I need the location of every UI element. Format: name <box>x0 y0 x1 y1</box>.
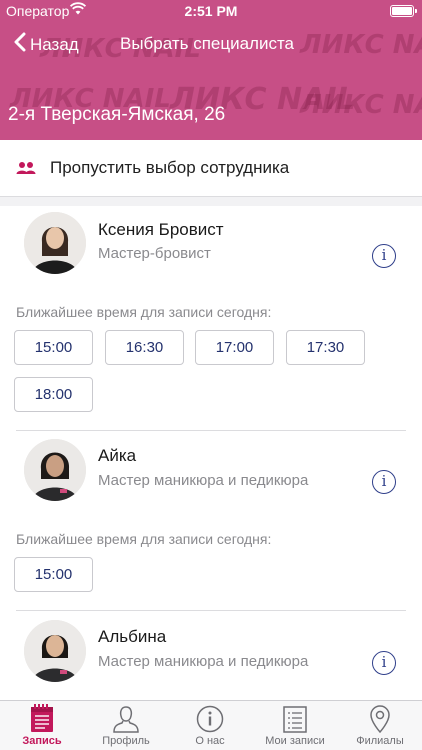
skip-employee-selection[interactable]: Пропустить выбор сотрудника <box>0 140 422 197</box>
specialist-role: Мастер маникюра и педикюра <box>98 653 309 670</box>
tab-label: О нас <box>195 735 225 747</box>
tab-label: Профиль <box>102 735 150 747</box>
page-title: Выбрать специалиста <box>120 34 295 53</box>
specialist-role: Мастер-бровист <box>98 245 211 262</box>
location-pin-icon <box>365 704 395 734</box>
tab-profile[interactable]: Профиль <box>84 701 168 750</box>
chevron-left-icon <box>14 32 30 57</box>
divider <box>16 610 406 611</box>
specialist-name: Ксения Бровист <box>98 220 224 239</box>
tab-branches[interactable]: Филиалы <box>338 701 422 750</box>
slots-caption: Ближайшее время для записи сегодня: <box>16 304 272 320</box>
tab-my-appointments[interactable]: Мои записи <box>253 701 337 750</box>
specialist-name: Альбина <box>98 627 167 646</box>
specialist-role: Мастер маникюра и педикюра <box>98 472 309 489</box>
tab-bar: Запись Профиль О нас Мои записи Филиалы <box>0 700 422 750</box>
time-slot[interactable]: 15:00 <box>14 557 93 592</box>
people-icon <box>16 161 36 175</box>
profile-icon <box>111 704 141 734</box>
info-icon <box>195 704 225 734</box>
brand-watermark: ЛИКС NAIL <box>300 90 422 120</box>
divider <box>16 430 406 431</box>
list-icon <box>280 704 310 734</box>
avatar <box>24 212 86 274</box>
tab-label: Запись <box>22 735 62 747</box>
info-icon[interactable]: i <box>372 244 396 268</box>
specialist-name: Айка <box>98 446 137 465</box>
header: ЛИКС NAIL ЛИКС NAIL ЛИКС NAIL ЛИКС NAIL … <box>0 0 422 140</box>
tab-about[interactable]: О нас <box>168 701 252 750</box>
avatar <box>24 439 86 501</box>
specialists-list: Ксения Бровист Мастер-бровист i Ближайше… <box>0 206 422 700</box>
time-slot[interactable]: 17:00 <box>195 330 274 365</box>
info-icon[interactable]: i <box>372 651 396 675</box>
tab-label: Мои записи <box>265 735 325 747</box>
slots-caption: Ближайшее время для записи сегодня: <box>16 531 272 547</box>
branch-address: 2-я Тверская-Ямская, 26 <box>8 104 226 125</box>
tab-label: Филиалы <box>356 735 404 747</box>
clock: 2:51 PM <box>184 3 238 19</box>
skip-label: Пропустить выбор сотрудника <box>50 158 290 177</box>
time-slot[interactable]: 15:00 <box>14 330 93 365</box>
info-icon[interactable]: i <box>372 470 396 494</box>
back-label: Назад <box>30 34 79 54</box>
status-bar: Оператор 2:51 PM <box>0 0 422 22</box>
tab-booking[interactable]: Запись <box>0 701 84 750</box>
back-button[interactable]: Назад <box>14 32 79 57</box>
avatar <box>24 620 86 682</box>
calendar-icon <box>27 704 57 734</box>
time-slot[interactable]: 18:00 <box>14 377 93 412</box>
time-slot[interactable]: 16:30 <box>105 330 184 365</box>
time-slot[interactable]: 17:30 <box>286 330 365 365</box>
battery-icon <box>390 5 417 17</box>
navigation-bar: Назад Выбрать специалиста <box>0 28 422 60</box>
